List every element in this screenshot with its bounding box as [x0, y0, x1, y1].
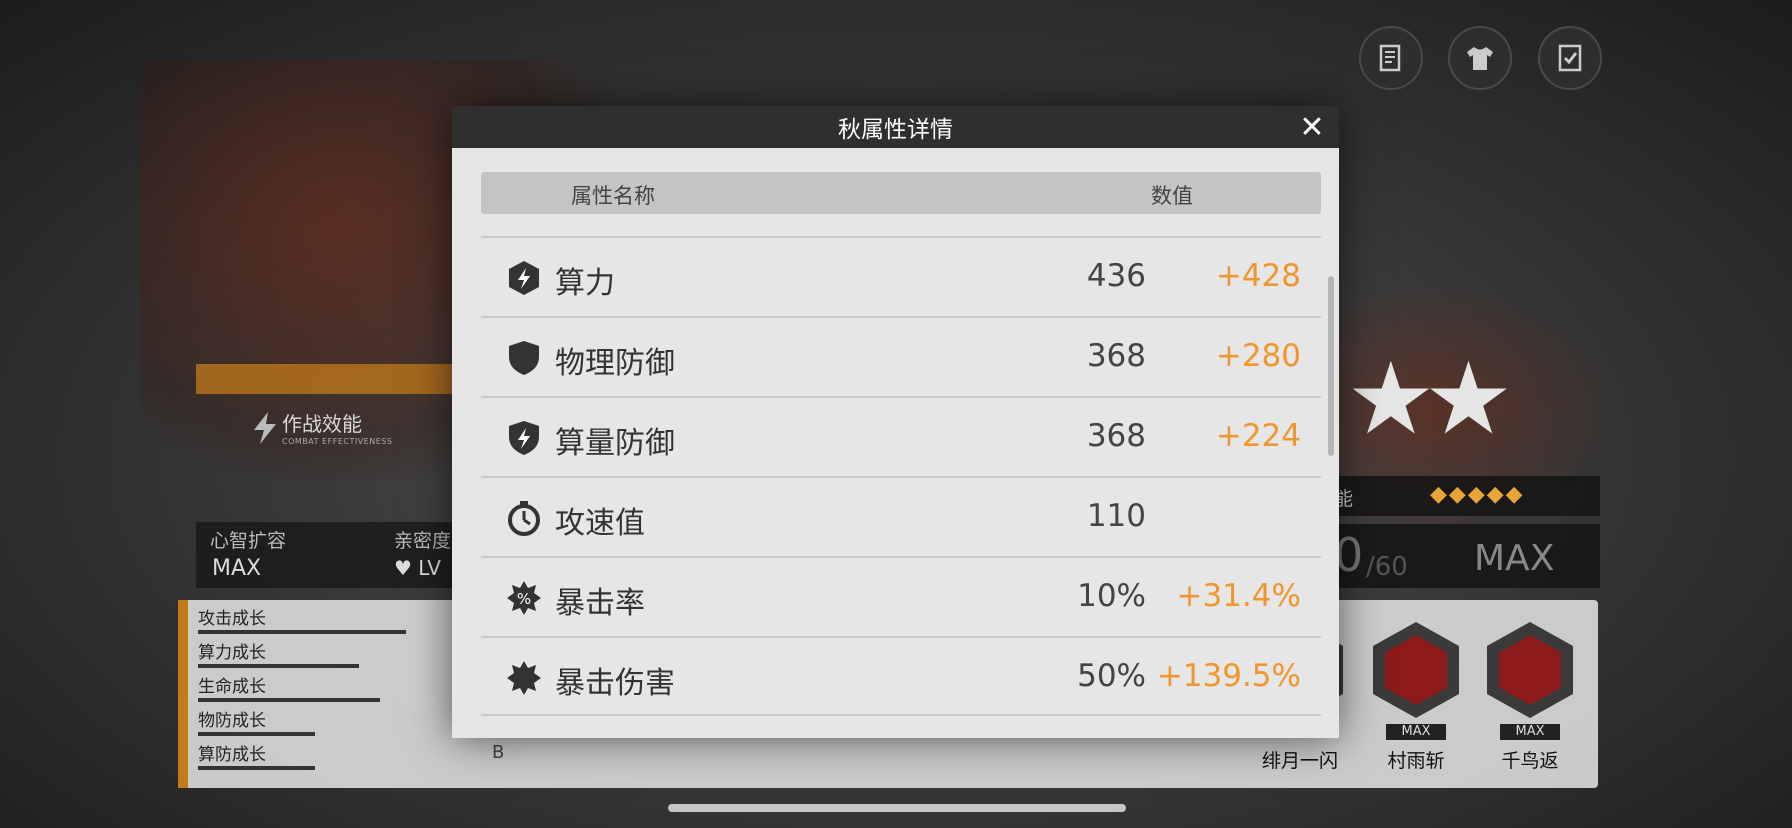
stopwatch-icon: [507, 500, 541, 536]
attribute-list[interactable]: 算力 436 +428 物理防御 368 +280 算量防御 368 +224 攻速值 110% 暴击…: [481, 236, 1321, 716]
attribute-bonus-value: +139.5%: [1156, 658, 1301, 694]
growth-row: 算防成长: [198, 740, 498, 770]
skill-name: 千鸟返: [1501, 750, 1559, 772]
checklist-button[interactable]: [1538, 26, 1602, 90]
attribute-base-value: 10%: [1077, 578, 1146, 614]
growth-grade: B: [492, 742, 505, 763]
attribute-base-value: 436: [1086, 258, 1146, 294]
skill-hex: [1487, 622, 1573, 718]
skill-efficiency-bar: 能 ◆◆◆◆◆: [1320, 476, 1600, 516]
attribute-row: 物理防御 368 +280: [481, 316, 1321, 396]
rank-stars: ★★: [1346, 340, 1513, 457]
combat-effectiveness-subtitle: COMBAT EFFECTIVENESS: [282, 437, 393, 446]
attribute-row: 算量防御 368 +224: [481, 396, 1321, 476]
attribute-base-value: 368: [1086, 338, 1146, 374]
attribute-row: 攻速值 110: [481, 476, 1321, 556]
attribute-row: % 暴击率 10% +31.4%: [481, 556, 1321, 636]
attribute-name: 暴击伤害: [555, 666, 675, 701]
growth-label: 算力成长: [198, 643, 266, 663]
intimacy-level: LV: [418, 556, 441, 580]
attribute-base-value: 368: [1086, 418, 1146, 454]
growth-bar: [198, 766, 315, 770]
scrollbar[interactable]: [1328, 276, 1334, 456]
growth-label: 物防成长: [198, 711, 266, 731]
attribute-bonus-value: +280: [1215, 338, 1301, 374]
crit-damage-icon: [507, 660, 541, 696]
intimacy-value: ♥ LV: [394, 556, 441, 580]
checklist-icon: [1558, 44, 1582, 72]
hash-power-icon: [507, 260, 541, 296]
growth-label: 算防成长: [198, 745, 266, 765]
chevron-rank-icon: ◆◆◆◆◆: [1430, 482, 1525, 507]
modal-header: 秋属性详情 ✕: [452, 106, 1339, 148]
svg-text:%: %: [517, 590, 531, 608]
skill-max-badge: MAX: [1386, 724, 1446, 740]
combat-effectiveness: 作战效能 COMBAT EFFECTIVENESS: [282, 408, 392, 446]
crit-rate-icon: %: [507, 580, 541, 616]
attribute-base-value: 50%: [1077, 658, 1146, 694]
attribute-details-modal: 秋属性详情 ✕ 属性名称 数值 算力 436 +428 物理防御 368 +280 算量防御…: [452, 106, 1339, 738]
outfit-button[interactable]: [1448, 26, 1512, 90]
skill-art: [1385, 635, 1447, 705]
hash-defense-icon: [507, 420, 541, 456]
header-value: 数值: [1151, 184, 1193, 208]
growth-label: 攻击成长: [198, 609, 266, 629]
attribute-name: 攻速值: [555, 506, 645, 541]
rarity-bar: [196, 364, 456, 394]
skill-level-box: 0 /60 MAX: [1320, 524, 1600, 588]
skill-name: 村雨斩: [1387, 750, 1445, 772]
document-icon: [1379, 44, 1401, 72]
attribute-name: 算力: [555, 266, 615, 301]
skill-hex: [1373, 622, 1459, 718]
heart-icon: ♥: [394, 556, 412, 580]
attribute-name: 暴击率: [555, 586, 645, 621]
combat-effectiveness-title: 作战效能: [282, 412, 362, 436]
attribute-bonus-value: +31.4%: [1176, 578, 1301, 614]
growth-bar: [198, 698, 380, 702]
bolt-icon: [254, 412, 276, 444]
skill-level-status: MAX: [1474, 538, 1555, 579]
skill-icon[interactable]: [1368, 622, 1464, 722]
attribute-row: 算力 436 +428: [481, 236, 1321, 316]
skill-level-max: /60: [1366, 552, 1408, 582]
shield-icon: [507, 340, 541, 376]
growth-bar: [198, 732, 315, 736]
attribute-row: 暴击伤害 50% +139.5%: [481, 636, 1321, 716]
skill-art: [1499, 635, 1561, 705]
mind-expansion-value: MAX: [212, 556, 262, 581]
intimacy-label: 亲密度: [394, 530, 452, 552]
home-indicator[interactable]: [668, 804, 1126, 812]
outfit-icon: [1467, 47, 1493, 70]
growth-bar: [198, 630, 406, 634]
modal-title: 秋属性详情: [838, 117, 953, 143]
header-name: 属性名称: [571, 184, 655, 208]
attribute-bonus-value: +224: [1215, 418, 1301, 454]
mind-expansion-label: 心智扩容: [210, 530, 287, 552]
attribute-name: 算量防御: [555, 426, 675, 461]
document-button[interactable]: [1359, 26, 1423, 90]
skill-icon[interactable]: [1482, 622, 1578, 722]
skill-max-badge: MAX: [1500, 724, 1560, 740]
growth-label: 生命成长: [198, 677, 266, 697]
attribute-bonus-value: +428: [1215, 258, 1301, 294]
close-button[interactable]: ✕: [1295, 109, 1329, 145]
growth-bar: [198, 664, 360, 668]
skill-name: 绯月一闪: [1261, 750, 1338, 772]
attribute-base-value: 110: [1086, 498, 1146, 534]
attribute-name: 物理防御: [555, 346, 675, 381]
close-icon: ✕: [1299, 109, 1325, 145]
table-header: 属性名称 数值: [481, 172, 1321, 214]
